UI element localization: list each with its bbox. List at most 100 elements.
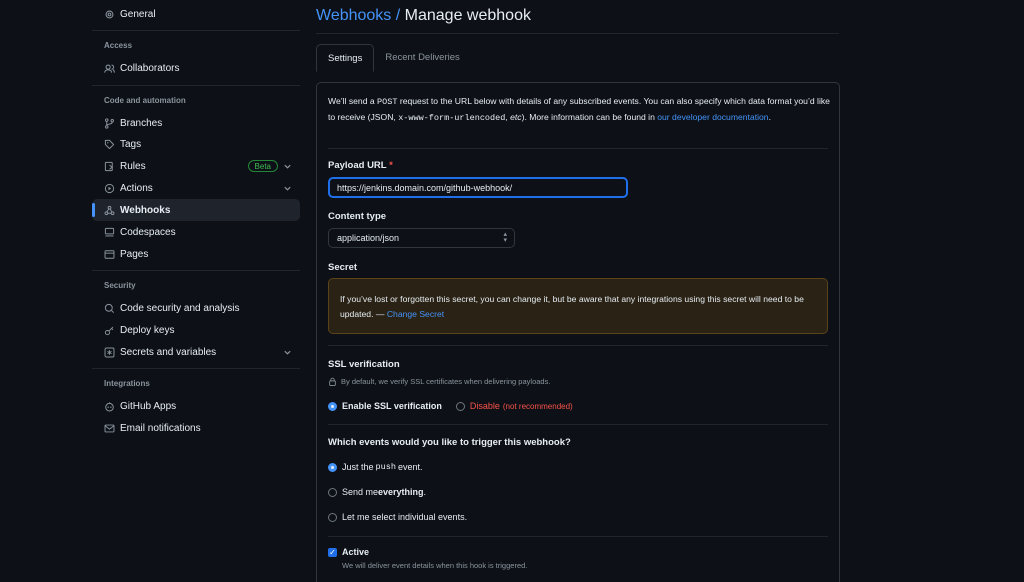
chevron-down-icon[interactable] xyxy=(283,184,292,193)
play-icon xyxy=(104,183,115,194)
developer-docs-link[interactable]: our developer documentation xyxy=(657,112,768,122)
divider xyxy=(328,345,828,346)
events-question: Which events would you like to trigger t… xyxy=(328,437,571,448)
intro-code-post: POST xyxy=(377,97,398,107)
webhook-icon xyxy=(104,205,115,216)
sidebar-item-label: Actions xyxy=(120,182,153,194)
ssl-enable-label[interactable]: Enable SSL verification xyxy=(342,401,442,411)
intro-code-form: x-www-form-urlencoded xyxy=(398,112,506,123)
beta-badge: Beta xyxy=(247,160,278,172)
sidebar-item-tags[interactable]: Tags xyxy=(92,133,300,155)
intro-text-part: We’ll send a xyxy=(328,96,378,106)
tab-bar: Settings Recent Deliveries xyxy=(316,44,471,72)
content-type-label: Content type xyxy=(328,211,387,222)
event-option-individual[interactable]: Let me select individual events. xyxy=(328,512,467,522)
gear-icon xyxy=(104,9,115,20)
divider xyxy=(92,85,300,86)
sidebar-item-github-apps[interactable]: GitHub Apps xyxy=(92,395,300,417)
ssl-disable-label[interactable]: Disable xyxy=(470,401,500,411)
sidebar-item-label: Branches xyxy=(120,117,163,129)
event-option-everything[interactable]: Send me everything. xyxy=(328,487,426,497)
sidebar-item-code-security[interactable]: Code security and analysis xyxy=(92,297,300,319)
divider xyxy=(92,368,300,369)
divider xyxy=(328,148,828,149)
event-option-push[interactable]: Just the push event. xyxy=(328,462,422,472)
people-icon xyxy=(104,63,115,74)
tab-settings[interactable]: Settings xyxy=(316,44,375,72)
divider xyxy=(92,30,300,31)
payload-url-input[interactable] xyxy=(328,177,628,198)
ssl-note: By default, we verify SSL certificates w… xyxy=(328,377,550,386)
chevron-down-icon[interactable] xyxy=(283,348,292,357)
intro-text-etc: etc xyxy=(510,111,522,122)
event-individual-radio[interactable] xyxy=(328,512,337,522)
ssl-verification-label: SSL verification xyxy=(328,359,400,370)
ssl-options: Enable SSL verification Disable (not rec… xyxy=(328,401,573,411)
page-title: Webhooks / Manage webhook xyxy=(316,7,531,25)
intro-text-part: ). More information can be found in xyxy=(521,111,658,122)
sidebar-item-label: Collaborators xyxy=(120,62,180,74)
sidebar-item-label: General xyxy=(120,8,156,20)
sidebar-item-label: Webhooks xyxy=(120,204,171,216)
repo-push-icon xyxy=(104,161,115,172)
ssl-note-text: By default, we verify SSL certificates w… xyxy=(341,377,551,386)
key-icon xyxy=(104,325,115,336)
event-push-radio[interactable] xyxy=(328,462,337,472)
mail-icon xyxy=(104,423,115,434)
breadcrumb-webhooks[interactable]: Webhooks xyxy=(316,7,391,24)
sidebar-item-label: Rules xyxy=(120,160,146,172)
event-push-text: event. xyxy=(397,462,423,472)
change-secret-link[interactable]: Change Secret xyxy=(387,309,444,319)
event-push-code: push xyxy=(375,462,396,472)
active-checkbox[interactable]: ✓ xyxy=(328,547,337,557)
ssl-disable-radio[interactable] xyxy=(455,401,465,411)
divider xyxy=(92,270,300,271)
sidebar-item-rules[interactable]: Rules Beta xyxy=(92,155,300,177)
event-everything-text: . xyxy=(423,487,427,497)
select-arrows-icon: ▴ ▾ xyxy=(503,231,507,244)
sidebar-item-secrets-variables[interactable]: Secrets and variables xyxy=(92,341,300,363)
secret-label: Secret xyxy=(328,262,358,273)
sidebar-item-label: Tags xyxy=(120,138,142,150)
sidebar-item-deploy-keys[interactable]: Deploy keys xyxy=(92,319,300,341)
section-title-code-automation: Code and automation xyxy=(104,96,186,105)
section-title-access: Access xyxy=(104,41,133,50)
sidebar-item-webhooks[interactable]: Webhooks xyxy=(92,199,300,221)
sidebar-item-general[interactable]: General xyxy=(92,3,300,25)
codespaces-icon xyxy=(104,227,115,238)
sidebar-item-collaborators[interactable]: Collaborators xyxy=(92,57,300,79)
sidebar-item-codespaces[interactable]: Codespaces xyxy=(92,221,300,243)
secret-warning: If you’ve lost or forgotten this secret,… xyxy=(328,278,828,334)
branch-icon xyxy=(104,117,115,129)
intro-text: We’ll send a POST request to the URL bel… xyxy=(328,94,831,125)
page-title-text: Manage webhook xyxy=(404,7,531,24)
section-title-security: Security xyxy=(104,281,136,290)
content-type-value: application/json xyxy=(337,233,400,243)
content-type-select[interactable]: application/json ▴ ▾ xyxy=(328,228,515,248)
ssl-enable-radio[interactable] xyxy=(328,401,337,411)
divider xyxy=(328,424,828,425)
webhook-form-panel: We’ll send a POST request to the URL bel… xyxy=(316,82,840,582)
chevron-down-icon[interactable] xyxy=(283,162,292,171)
apps-icon xyxy=(104,401,115,412)
active-label: Active xyxy=(342,547,370,557)
sidebar-item-actions[interactable]: Actions xyxy=(92,177,300,199)
sidebar-item-pages[interactable]: Pages xyxy=(92,243,300,265)
tab-recent-deliveries[interactable]: Recent Deliveries xyxy=(374,44,470,72)
divider xyxy=(328,536,828,537)
divider xyxy=(316,33,839,34)
event-everything-radio[interactable] xyxy=(328,487,337,497)
breadcrumb-separator: / xyxy=(391,7,405,24)
sidebar-item-email-notifications[interactable]: Email notifications xyxy=(92,417,300,439)
codescan-icon xyxy=(104,303,115,314)
sidebar-item-label: Code security and analysis xyxy=(120,302,240,314)
required-marker: * xyxy=(389,160,393,171)
payload-url-label-text: Payload URL xyxy=(328,160,387,171)
sidebar-item-label: Codespaces xyxy=(120,226,176,238)
event-individual-text: Let me select individual events. xyxy=(342,512,468,522)
intro-text-part: . xyxy=(768,111,771,122)
sidebar-item-branches[interactable]: Branches xyxy=(92,112,300,134)
sidebar-item-label: Pages xyxy=(120,248,149,260)
active-option[interactable]: ✓ Active xyxy=(328,547,369,557)
event-everything-text: Send me xyxy=(342,487,379,497)
